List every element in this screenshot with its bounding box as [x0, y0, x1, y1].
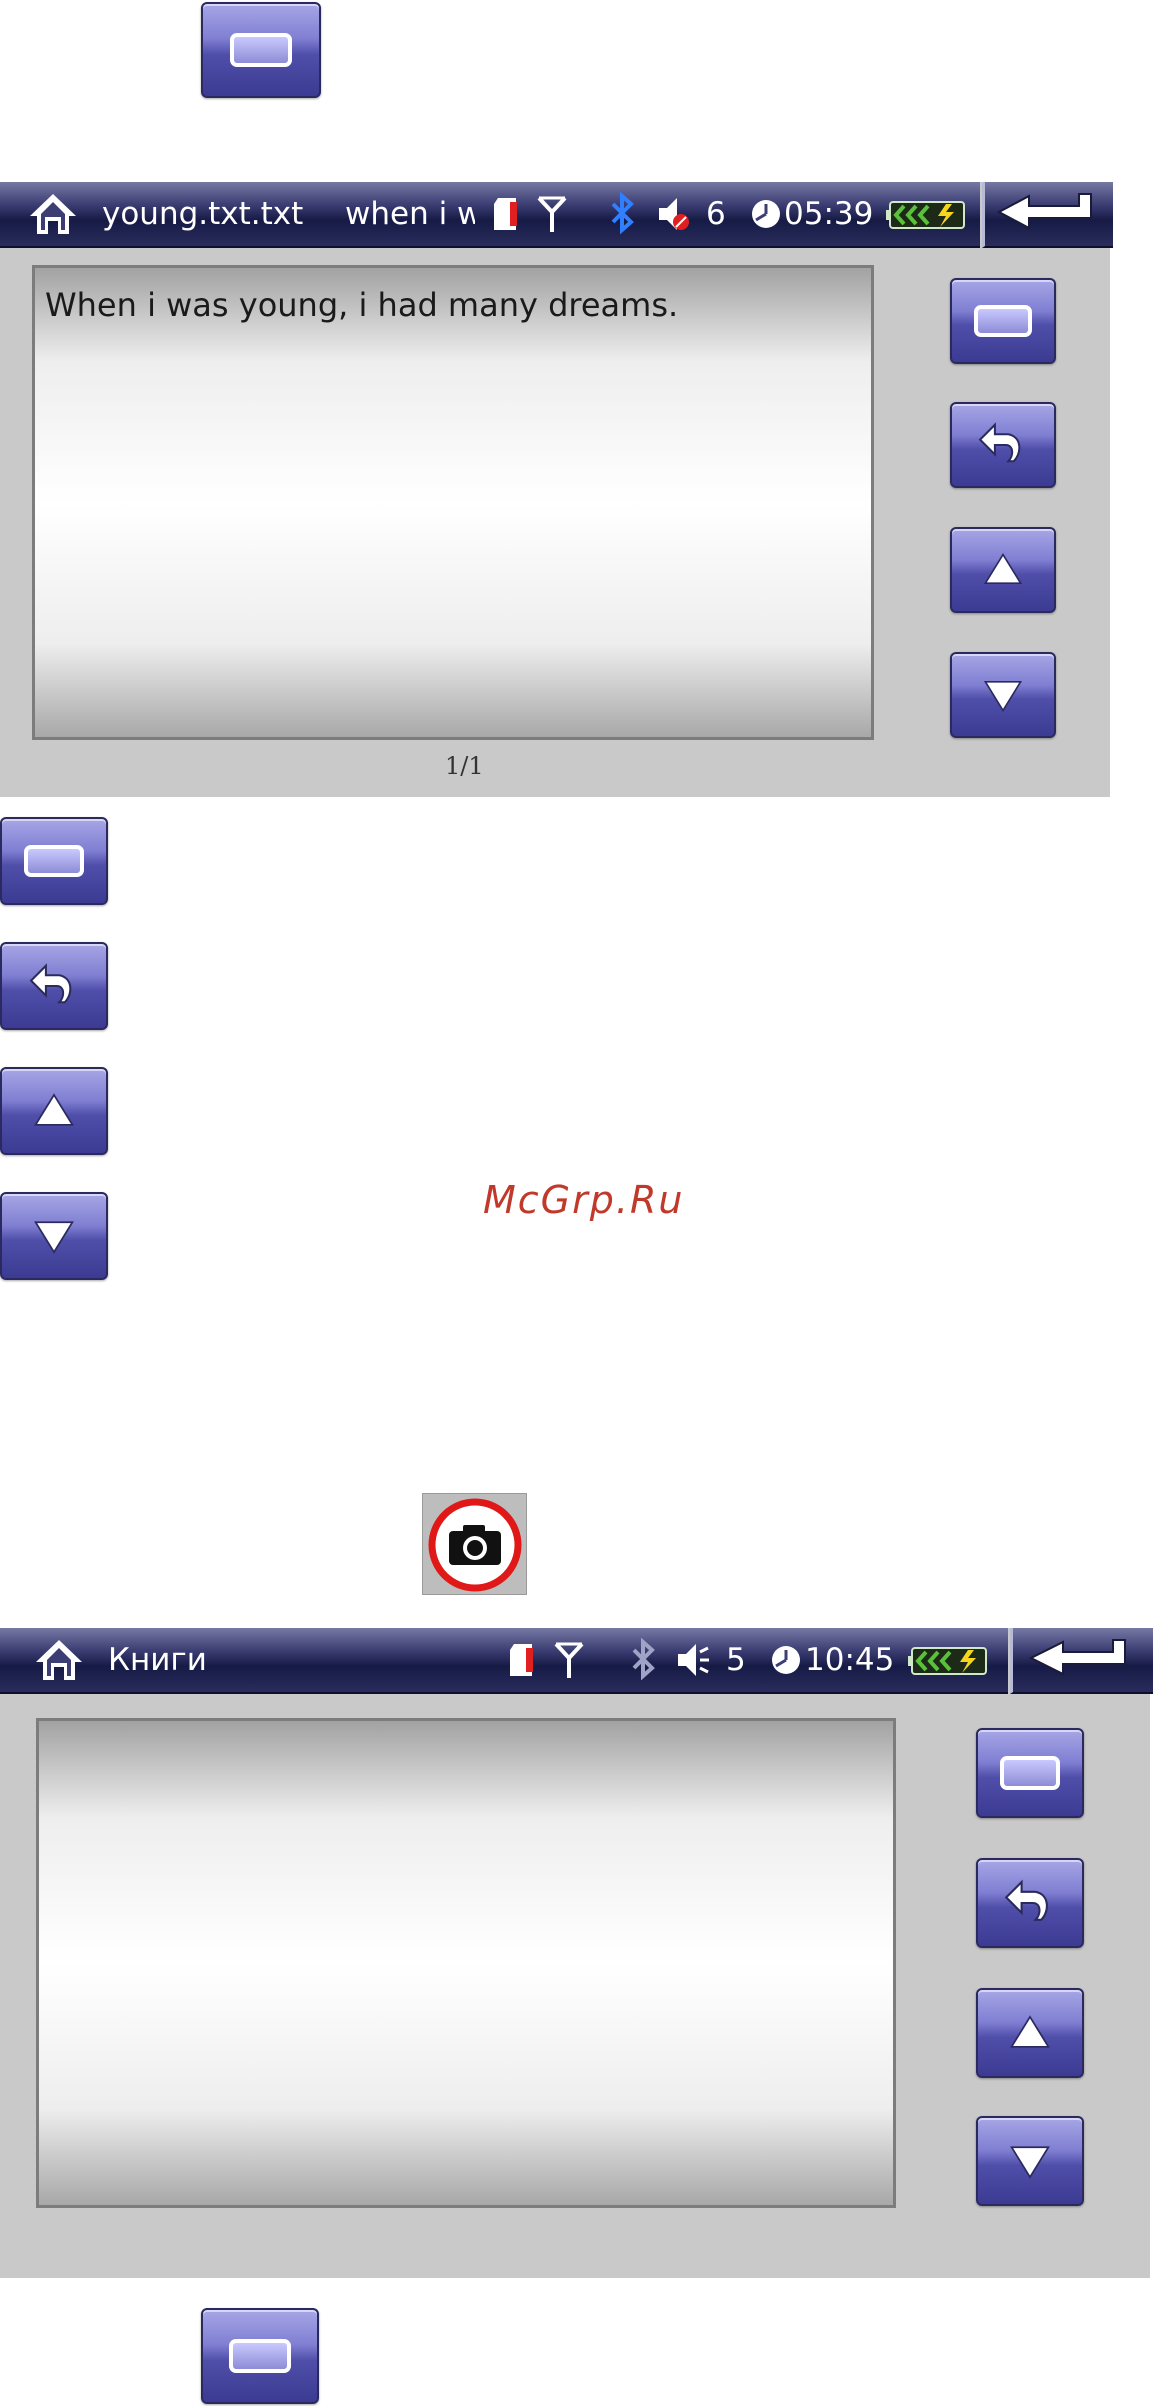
clock-time: 10:45 — [805, 1642, 895, 1678]
antenna-icon — [554, 1642, 584, 1678]
up-arrow-icon — [981, 548, 1025, 592]
clock-icon — [772, 1646, 800, 1674]
menu-button-legend[interactable] — [0, 817, 108, 905]
volume-level: 5 — [726, 1642, 746, 1678]
volume-icon[interactable] — [674, 1640, 710, 1680]
sd-card-icon — [510, 1644, 533, 1676]
clock-time: 05:39 — [784, 196, 874, 232]
undo-arrow-icon — [976, 418, 1030, 472]
down-arrow-icon — [981, 673, 1025, 717]
battery-icon — [908, 1647, 987, 1675]
page-indicator: 1/1 — [445, 752, 484, 780]
page-up-button[interactable] — [950, 527, 1056, 613]
rectangle-icon — [24, 845, 84, 877]
back-arrow-icon — [1028, 1639, 1126, 1676]
rectangle-icon — [1000, 1756, 1060, 1790]
status-bar: young.txt.txt when i w 6 05:39 — [0, 182, 980, 248]
clock-icon — [752, 200, 780, 228]
home-icon[interactable] — [26, 190, 80, 238]
return-button[interactable] — [976, 1858, 1084, 1948]
up-arrow-icon — [1007, 2010, 1053, 2056]
back-button[interactable] — [982, 182, 1113, 248]
return-button-legend[interactable] — [0, 942, 108, 1030]
page-down-button-legend[interactable] — [0, 1192, 108, 1280]
file-subtitle: when i w — [345, 196, 475, 232]
bluetooth-icon — [632, 1638, 655, 1680]
battery-icon — [886, 201, 965, 229]
menu-button[interactable] — [950, 278, 1056, 364]
camera-icon — [428, 1498, 522, 1592]
text-view[interactable]: When i was young, i had many dreams. — [32, 265, 874, 740]
rectangle-icon — [230, 33, 292, 67]
rectangle-icon — [229, 2339, 291, 2373]
bluetooth-icon — [611, 192, 634, 234]
page-up-button-legend[interactable] — [0, 1067, 108, 1155]
antenna-icon — [537, 196, 567, 232]
up-arrow-icon — [31, 1088, 77, 1134]
back-button[interactable] — [1010, 1628, 1153, 1694]
down-arrow-icon — [1007, 2138, 1053, 2184]
sd-card-icon — [494, 198, 517, 230]
camera-button[interactable] — [422, 1493, 527, 1595]
text-view[interactable] — [36, 1718, 896, 2208]
page-up-button[interactable] — [976, 1988, 1084, 2078]
volume-level: 6 — [706, 196, 726, 232]
home-icon[interactable] — [32, 1636, 86, 1684]
volume-icon[interactable] — [655, 194, 691, 234]
watermark: McGrp.Ru — [483, 1178, 685, 1222]
menu-button-bottom[interactable] — [201, 2308, 319, 2404]
back-arrow-icon — [996, 193, 1092, 230]
status-bar: Книги 5 10:45 — [0, 1628, 1008, 1694]
menu-button[interactable] — [976, 1728, 1084, 1818]
screen-title: Книги — [108, 1642, 207, 1678]
page-down-button[interactable] — [950, 652, 1056, 738]
book-text: When i was young, i had many dreams. — [45, 286, 679, 324]
page-down-button[interactable] — [976, 2116, 1084, 2206]
return-button[interactable] — [950, 402, 1056, 488]
reader-screen-2: Книги 5 10:45 — [0, 1628, 1153, 2278]
rectangle-icon — [974, 305, 1032, 337]
down-arrow-icon — [31, 1213, 77, 1259]
file-title: young.txt.txt — [102, 196, 304, 232]
undo-arrow-icon — [27, 959, 81, 1013]
reader-screen-1: young.txt.txt when i w 6 05:39 When i wa… — [0, 182, 1113, 797]
undo-arrow-icon — [1002, 1875, 1058, 1931]
menu-button-top[interactable] — [201, 2, 321, 98]
